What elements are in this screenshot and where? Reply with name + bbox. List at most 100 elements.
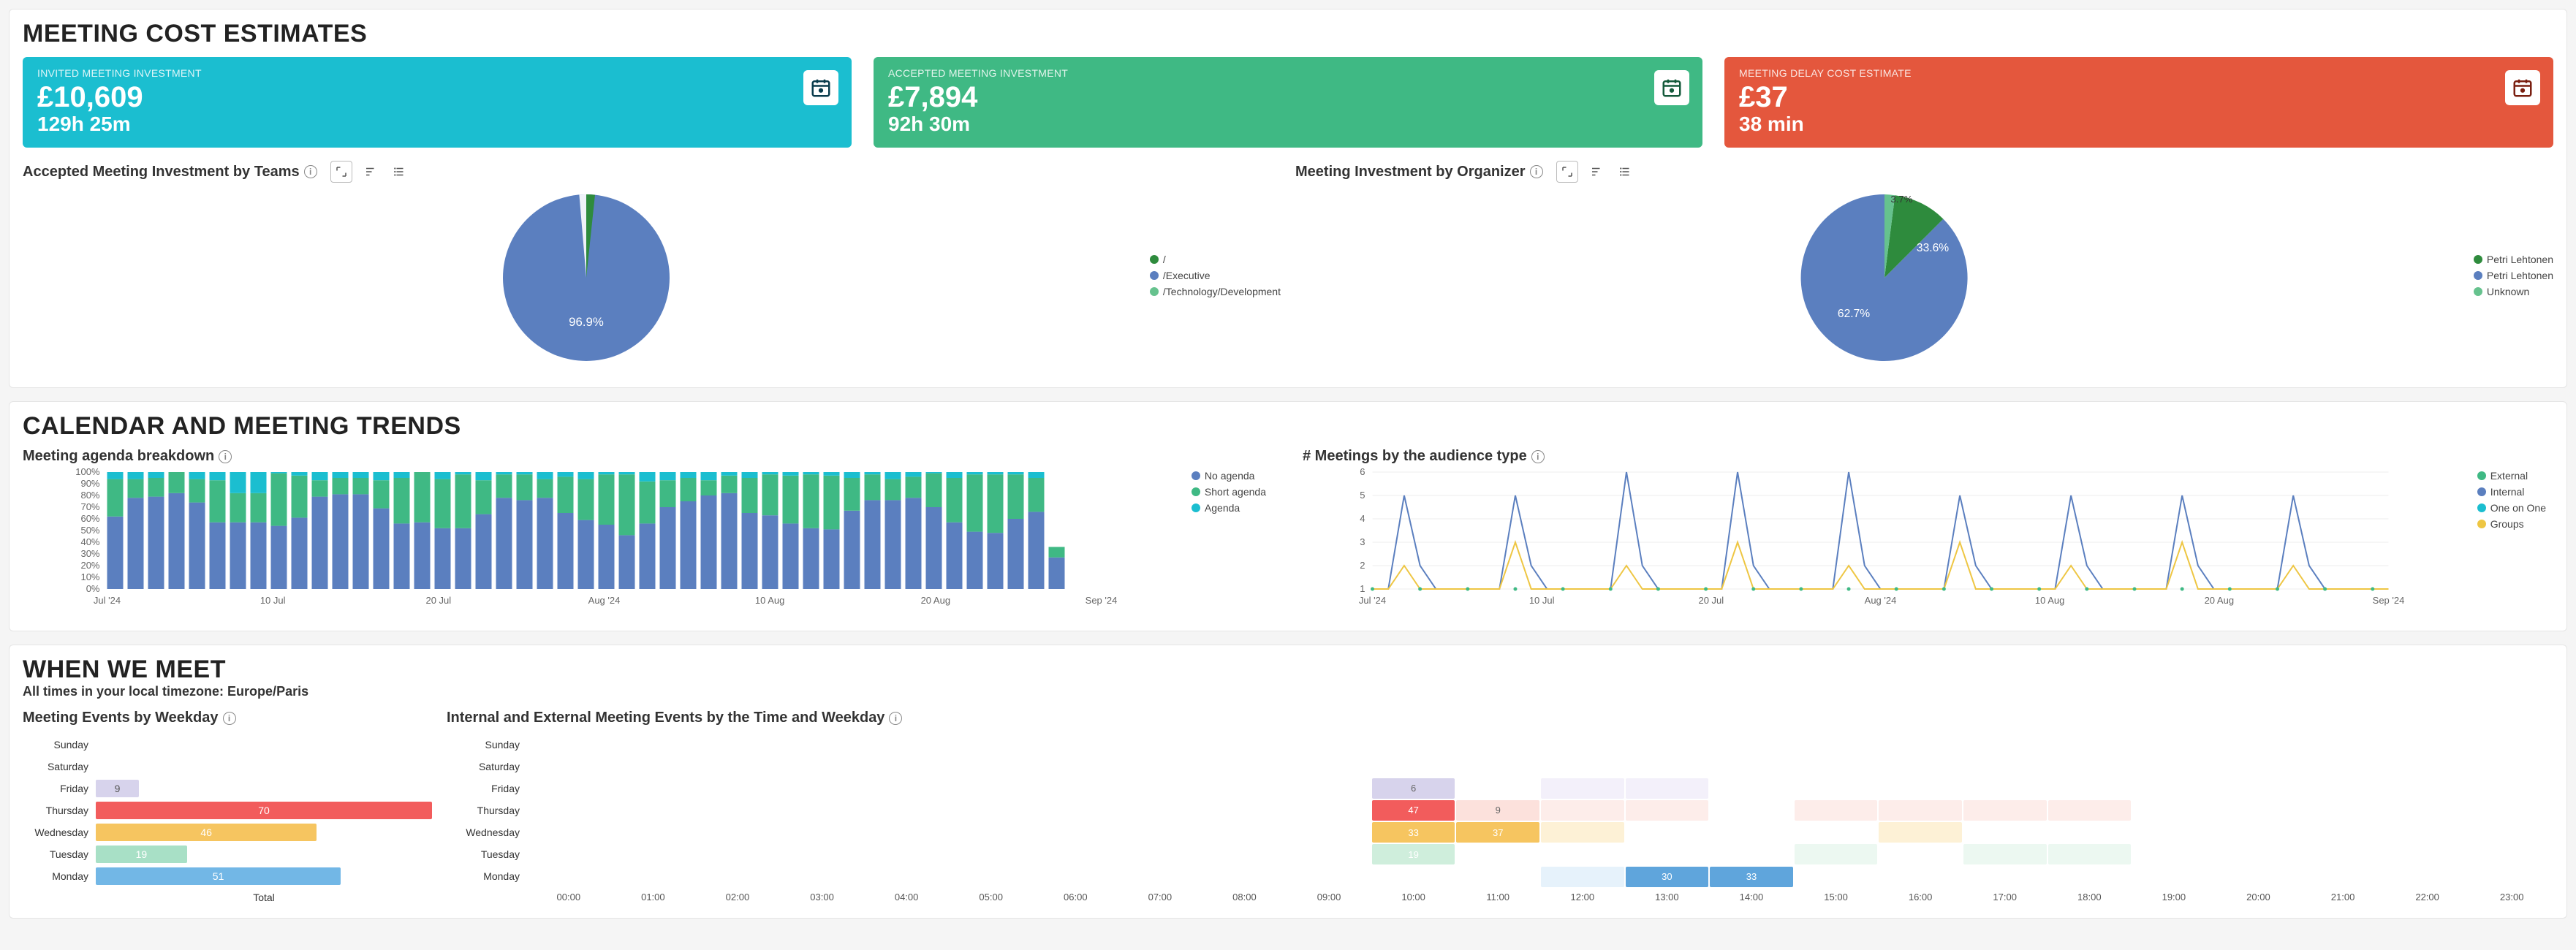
heat-cell xyxy=(1541,800,1624,821)
heat-cell xyxy=(950,800,1033,821)
hour-label: 12:00 xyxy=(1541,892,1624,902)
heat-cell xyxy=(2132,778,2216,799)
hour-label: 23:00 xyxy=(2470,892,2553,902)
heat-cell xyxy=(1372,756,1455,776)
legend-item[interactable]: / xyxy=(1150,254,1281,265)
svg-text:20 Aug: 20 Aug xyxy=(921,595,951,606)
svg-text:6: 6 xyxy=(1360,466,1365,477)
section-title-trends: CALENDAR AND MEETING TRENDS xyxy=(23,412,2553,441)
legend-item[interactable]: /Technology/Development xyxy=(1150,286,1281,297)
card-value: £7,894 xyxy=(888,82,1688,113)
weekday-label: Monday xyxy=(23,865,96,887)
heat-cell xyxy=(1710,844,1793,864)
heat-cell xyxy=(2132,867,2216,887)
expand-button[interactable] xyxy=(330,161,352,183)
heat-cell xyxy=(2470,867,2553,887)
heat-cell xyxy=(865,800,948,821)
heat-cell xyxy=(865,822,948,843)
heat-cell xyxy=(2132,822,2216,843)
list-button[interactable] xyxy=(1615,161,1637,183)
info-icon[interactable]: i xyxy=(223,712,236,725)
hour-label: 14:00 xyxy=(1710,892,1793,902)
heat-cell xyxy=(1118,867,1202,887)
heat-cell xyxy=(527,756,610,776)
chart-title-text: Internal and External Meeting Events by … xyxy=(447,710,884,726)
sort-desc-button[interactable] xyxy=(1586,161,1607,183)
chart-events-heatmap: Internal and External Meeting Events by … xyxy=(447,710,2553,903)
svg-text:62.7%: 62.7% xyxy=(1838,308,1870,320)
weekday-label: Thursday xyxy=(23,799,96,821)
legend-item[interactable]: Internal xyxy=(2477,486,2546,498)
legend-item[interactable]: Petri Lehtonen xyxy=(2474,270,2553,281)
heat-cell xyxy=(696,778,779,799)
legend-item[interactable]: No agenda xyxy=(1192,470,1266,482)
info-icon[interactable]: i xyxy=(304,165,317,178)
weekday-bar: 9 xyxy=(96,780,139,797)
heat-cell xyxy=(1118,734,1202,754)
legend-item[interactable]: Unknown xyxy=(2474,286,2553,297)
heat-cell xyxy=(1710,822,1793,843)
calendar-icon xyxy=(803,70,838,105)
heat-cell xyxy=(2048,822,2132,843)
heat-cell xyxy=(2217,822,2300,843)
heat-cell xyxy=(2386,844,2469,864)
heat-cell xyxy=(1795,822,1878,843)
svg-text:1: 1 xyxy=(1360,583,1365,594)
svg-text:60%: 60% xyxy=(80,513,99,524)
svg-text:10 Jul: 10 Jul xyxy=(260,595,286,606)
chart-investment-by-organizer: Meeting Investment by Organizer i xyxy=(1295,161,2553,373)
heat-cell xyxy=(696,800,779,821)
heat-cell xyxy=(1287,778,1371,799)
heat-cell xyxy=(1626,778,1709,799)
card-label: ACCEPTED MEETING INVESTMENT xyxy=(888,67,1688,79)
heat-cell xyxy=(1034,822,1118,843)
heat-cell xyxy=(1963,756,2047,776)
heat-cell xyxy=(1203,867,1287,887)
list-button[interactable] xyxy=(389,161,411,183)
heat-cell xyxy=(1287,734,1371,754)
hour-label: 10:00 xyxy=(1372,892,1455,902)
heat-cell xyxy=(612,822,695,843)
heat-cell: 30 xyxy=(1626,867,1709,887)
heat-cell xyxy=(2386,734,2469,754)
hour-label: 02:00 xyxy=(696,892,779,902)
heat-cell xyxy=(1287,822,1371,843)
heat-cell xyxy=(696,844,779,864)
heat-cell xyxy=(781,844,864,864)
legend-item[interactable]: Groups xyxy=(2477,518,2546,530)
info-icon[interactable]: i xyxy=(219,450,232,463)
heat-cell: 37 xyxy=(1456,822,1539,843)
calendar-trends-panel: CALENDAR AND MEETING TRENDS Meeting agen… xyxy=(9,401,2567,631)
heat-cell xyxy=(1879,756,1962,776)
pie-chart: 96.9% xyxy=(499,190,674,365)
heat-cell xyxy=(696,867,779,887)
heat-cell xyxy=(2470,800,2553,821)
heat-cell xyxy=(1456,867,1539,887)
legend-item[interactable]: Short agenda xyxy=(1192,486,1266,498)
legend-item[interactable]: /Executive xyxy=(1150,270,1281,281)
heat-cell xyxy=(1203,800,1287,821)
heat-cell xyxy=(1795,844,1878,864)
expand-button[interactable] xyxy=(1556,161,1578,183)
legend-item[interactable]: External xyxy=(2477,470,2546,482)
info-icon[interactable]: i xyxy=(1531,450,1545,463)
heat-cell xyxy=(781,867,864,887)
heat-cell: 33 xyxy=(1372,822,1455,843)
heat-cell xyxy=(1795,800,1878,821)
heat-cell xyxy=(1372,734,1455,754)
sort-desc-button[interactable] xyxy=(360,161,382,183)
svg-text:5: 5 xyxy=(1360,490,1365,501)
card-delay-estimate: MEETING DELAY COST ESTIMATE £37 38 min xyxy=(1724,57,2553,148)
hour-label: 22:00 xyxy=(2386,892,2469,902)
svg-text:20 Jul: 20 Jul xyxy=(1698,595,1724,606)
heat-cell xyxy=(1287,756,1371,776)
hour-label: 07:00 xyxy=(1118,892,1202,902)
legend-item[interactable]: Petri Lehtonen xyxy=(2474,254,2553,265)
weekday-label: Tuesday xyxy=(23,843,96,865)
stacked-bar-chart: 100%90%80%70%60%50%40%30%20%10%0% Jul '2… xyxy=(23,465,1273,611)
legend-item[interactable]: Agenda xyxy=(1192,502,1266,514)
card-sub: 38 min xyxy=(1739,113,2539,136)
info-icon[interactable]: i xyxy=(1530,165,1543,178)
info-icon[interactable]: i xyxy=(889,712,902,725)
legend-item[interactable]: One on One xyxy=(2477,502,2546,514)
